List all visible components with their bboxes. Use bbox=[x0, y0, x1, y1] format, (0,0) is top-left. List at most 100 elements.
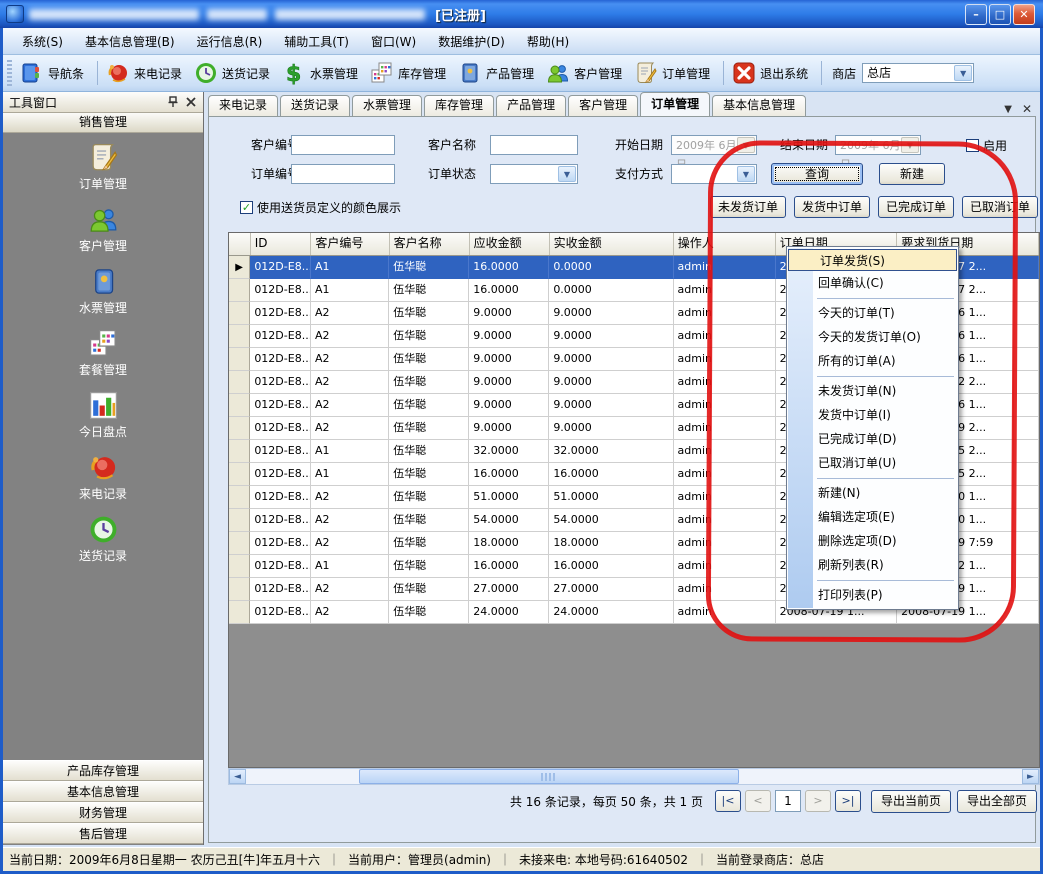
row-selector-cell[interactable]: ▶ bbox=[229, 302, 250, 325]
toolbar-button[interactable]: 订单管理 bbox=[630, 58, 718, 88]
cell-customer-name[interactable]: 伍华聪 bbox=[389, 463, 469, 486]
cell-operator[interactable]: admin bbox=[674, 256, 776, 279]
cell-customer-no[interactable]: A2 bbox=[311, 325, 389, 348]
chevron-down-icon[interactable]: ▼ bbox=[737, 166, 755, 182]
row-selector-cell[interactable]: ▶ bbox=[229, 348, 250, 371]
context-menu-item[interactable]: 编辑选定项(E) bbox=[787, 505, 958, 529]
tab[interactable]: 来电记录 bbox=[208, 95, 278, 116]
cell-customer-no[interactable]: A1 bbox=[311, 279, 389, 302]
scroll-left-arrow-icon[interactable]: ◄ bbox=[229, 769, 246, 784]
row-selector-cell[interactable]: ▶ bbox=[229, 601, 250, 624]
customer-no-input[interactable] bbox=[291, 135, 395, 155]
chevron-down-icon[interactable]: ▼ bbox=[954, 65, 972, 81]
enable-checkbox[interactable]: 启用 bbox=[966, 137, 1007, 154]
cell-id[interactable]: 012D-E8... bbox=[250, 325, 311, 348]
row-selector-cell[interactable]: ▶ bbox=[229, 325, 250, 348]
export-current-page-button[interactable]: 导出当前页 bbox=[871, 790, 951, 813]
query-button[interactable]: 查询 bbox=[771, 163, 863, 185]
cell-customer-name[interactable]: 伍华聪 bbox=[389, 509, 469, 532]
cell-receivable[interactable]: 27.0000 bbox=[469, 578, 549, 601]
tab[interactable]: 客户管理 bbox=[568, 95, 638, 116]
cell-received[interactable]: 9.0000 bbox=[549, 348, 673, 371]
cell-customer-name[interactable]: 伍华聪 bbox=[389, 486, 469, 509]
row-selector-cell[interactable]: ▶ bbox=[229, 440, 250, 463]
cell-received[interactable]: 9.0000 bbox=[549, 302, 673, 325]
cell-operator[interactable]: admin bbox=[674, 440, 776, 463]
cell-received[interactable]: 16.0000 bbox=[549, 463, 673, 486]
order-status-filter-button[interactable]: 已取消订单 bbox=[962, 196, 1038, 218]
row-selector-cell[interactable]: ▶ bbox=[229, 394, 250, 417]
last-page-button[interactable]: >| bbox=[835, 790, 861, 812]
order-status-select[interactable]: ▼ bbox=[490, 164, 578, 184]
cell-customer-no[interactable]: A2 bbox=[311, 371, 389, 394]
cell-customer-no[interactable]: A2 bbox=[311, 532, 389, 555]
sidebar-item[interactable]: 水票管理 bbox=[3, 266, 203, 316]
cell-receivable[interactable]: 9.0000 bbox=[469, 325, 549, 348]
menu-item[interactable]: 辅助工具(T) bbox=[273, 29, 360, 54]
maximize-button[interactable]: □ bbox=[989, 4, 1011, 25]
cell-customer-no[interactable]: A2 bbox=[311, 578, 389, 601]
color-display-checkbox-box[interactable]: ✓ bbox=[240, 201, 253, 214]
row-selector-cell[interactable]: ▶ bbox=[229, 417, 250, 440]
cell-customer-name[interactable]: 伍华聪 bbox=[389, 371, 469, 394]
grid-column-header[interactable]: ID bbox=[251, 233, 312, 255]
sidebar-item[interactable]: 今日盘点 bbox=[3, 390, 203, 440]
minimize-button[interactable]: – bbox=[965, 4, 987, 25]
export-all-pages-button[interactable]: 导出全部页 bbox=[957, 790, 1037, 813]
pin-icon[interactable] bbox=[167, 96, 179, 108]
context-menu-item[interactable]: 今天的订单(T) bbox=[787, 301, 958, 325]
menu-item[interactable]: 窗口(W) bbox=[360, 29, 427, 54]
tab[interactable]: 送货记录 bbox=[280, 95, 350, 116]
cell-receivable[interactable]: 51.0000 bbox=[469, 486, 549, 509]
cell-received[interactable]: 9.0000 bbox=[549, 417, 673, 440]
sidebar-item[interactable]: 订单管理 bbox=[3, 142, 203, 192]
cell-receivable[interactable]: 32.0000 bbox=[469, 440, 549, 463]
cell-id[interactable]: 012D-E8... bbox=[250, 256, 311, 279]
customer-name-input[interactable] bbox=[490, 135, 578, 155]
row-selector-cell[interactable]: ▶ bbox=[229, 555, 250, 578]
cell-receivable[interactable]: 16.0000 bbox=[469, 463, 549, 486]
toolbar-button[interactable]: 客户管理 bbox=[542, 58, 630, 88]
cell-receivable[interactable]: 9.0000 bbox=[469, 394, 549, 417]
cell-received[interactable]: 27.0000 bbox=[549, 578, 673, 601]
menu-item[interactable]: 数据维护(D) bbox=[427, 29, 516, 54]
cell-received[interactable]: 24.0000 bbox=[549, 601, 673, 624]
toolbar-button[interactable]: 来电记录 bbox=[102, 58, 190, 88]
cell-received[interactable]: 0.0000 bbox=[549, 256, 673, 279]
sidebar-item[interactable]: 套餐管理 bbox=[3, 328, 203, 378]
cell-id[interactable]: 012D-E8... bbox=[250, 348, 311, 371]
next-page-button[interactable]: > bbox=[805, 790, 831, 812]
menu-item[interactable]: 运行信息(R) bbox=[186, 29, 274, 54]
cell-customer-name[interactable]: 伍华聪 bbox=[389, 348, 469, 371]
cell-operator[interactable]: admin bbox=[674, 348, 776, 371]
order-status-filter-button[interactable]: 发货中订单 bbox=[794, 196, 870, 218]
grid-column-header[interactable] bbox=[229, 233, 251, 255]
cell-id[interactable]: 012D-E8... bbox=[250, 394, 311, 417]
tab[interactable]: 库存管理 bbox=[424, 95, 494, 116]
context-menu-item[interactable]: 发货中订单(I) bbox=[787, 403, 958, 427]
cell-id[interactable]: 012D-E8... bbox=[250, 302, 311, 325]
tab[interactable]: 基本信息管理 bbox=[712, 95, 806, 116]
sidebar-bottom-group[interactable]: 售后管理 bbox=[3, 823, 203, 844]
cell-customer-name[interactable]: 伍华聪 bbox=[389, 394, 469, 417]
cell-receivable[interactable]: 16.0000 bbox=[469, 279, 549, 302]
cell-operator[interactable]: admin bbox=[674, 325, 776, 348]
grid-column-header[interactable]: 实收金额 bbox=[550, 233, 674, 255]
sidebar-item[interactable]: 客户管理 bbox=[3, 204, 203, 254]
context-menu-item[interactable]: 未发货订单(N) bbox=[787, 379, 958, 403]
cell-id[interactable]: 012D-E8... bbox=[250, 417, 311, 440]
cell-customer-no[interactable]: A2 bbox=[311, 601, 389, 624]
cell-id[interactable]: 012D-E8... bbox=[250, 371, 311, 394]
cell-receivable[interactable]: 16.0000 bbox=[469, 256, 549, 279]
grid-column-header[interactable]: 客户名称 bbox=[390, 233, 470, 255]
order-status-filter-button[interactable]: 已完成订单 bbox=[878, 196, 954, 218]
chevron-down-icon[interactable]: ▼ bbox=[901, 137, 919, 153]
cell-receivable[interactable]: 9.0000 bbox=[469, 302, 549, 325]
sidebar-bottom-group[interactable]: 基本信息管理 bbox=[3, 781, 203, 802]
context-menu-item[interactable]: 已完成订单(D) bbox=[787, 427, 958, 451]
order-no-input[interactable] bbox=[291, 164, 395, 184]
cell-received[interactable]: 0.0000 bbox=[549, 279, 673, 302]
pay-method-select[interactable]: ▼ bbox=[671, 164, 757, 184]
context-menu-item[interactable]: 新建(N) bbox=[787, 481, 958, 505]
cell-customer-name[interactable]: 伍华聪 bbox=[389, 279, 469, 302]
